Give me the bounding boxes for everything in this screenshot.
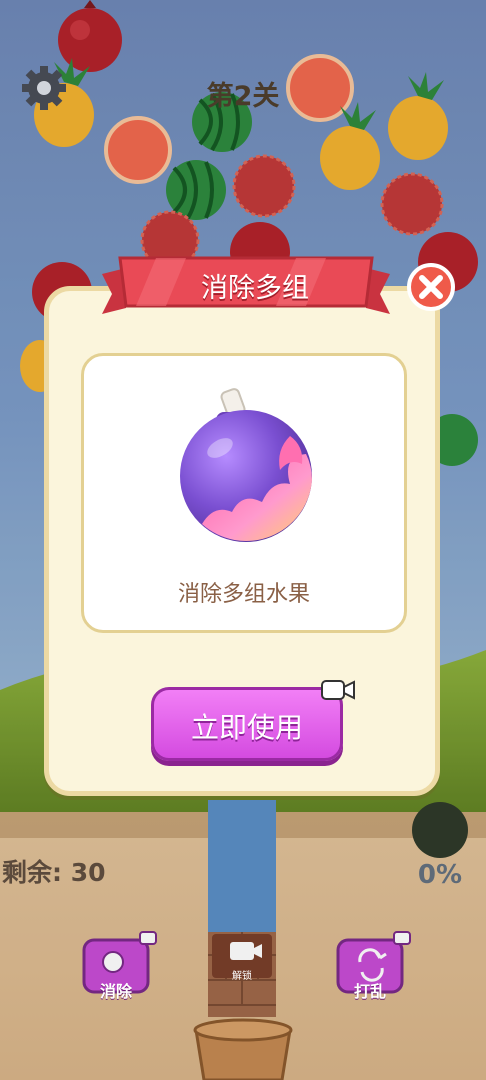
- item-modal: 消除多组水果 立即使用: [44, 286, 440, 796]
- eliminate-label: 消除: [99, 982, 132, 1001]
- modal-title: 消除多组: [201, 273, 309, 304]
- item-card: 消除多组水果: [81, 353, 407, 633]
- use-now-button[interactable]: 立即使用: [151, 687, 343, 761]
- game-scene: 第2关 剩余: 30 0% 消除 解锁 打乱 消除多组水果 立即使用 消除多组: [0, 0, 486, 1080]
- remaining-count: 剩余: 30: [2, 858, 106, 887]
- close-icon[interactable]: [406, 262, 456, 312]
- level-title: 第2关: [206, 81, 280, 112]
- item-description: 消除多组水果: [177, 582, 310, 607]
- shuffle-label: 打乱: [353, 982, 386, 1001]
- progress-percent: 0%: [417, 860, 463, 890]
- unlock-tool[interactable]: 解锁: [212, 934, 272, 982]
- video-ad-icon: [321, 680, 355, 700]
- shuffle-tool[interactable]: 打乱: [338, 940, 402, 1001]
- bomb-icon: [180, 388, 312, 542]
- eliminate-tool[interactable]: 消除: [84, 940, 148, 1001]
- use-now-label: 立即使用: [190, 711, 303, 744]
- unlock-label: 解锁: [232, 971, 252, 982]
